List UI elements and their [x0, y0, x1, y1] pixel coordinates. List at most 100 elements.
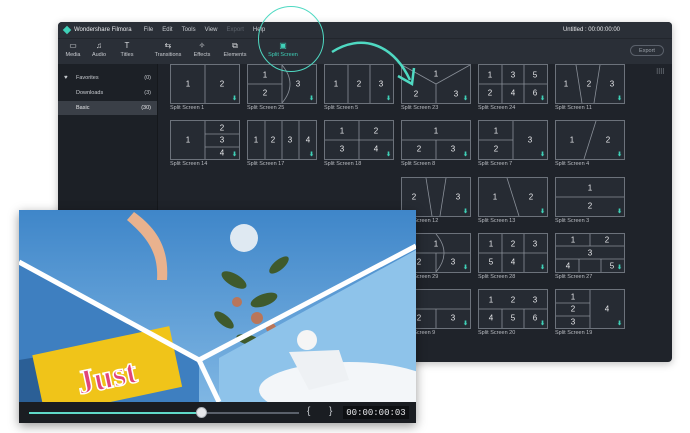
layout-divider [506, 178, 520, 216]
tab-elements[interactable]: ⧉ Elements [220, 41, 250, 63]
project-title: Untitled : 00:00:00:00 [562, 27, 620, 33]
timeline-track[interactable] [29, 412, 299, 414]
panel-number: 3 [295, 79, 301, 89]
download-icon[interactable]: ⬇ [540, 208, 545, 215]
split-screen-tile[interactable]: 1 2 3 4 5 6 ⬇ Split Screen 20 [478, 289, 548, 337]
download-icon[interactable]: ⬇ [617, 208, 622, 215]
layout-divider [435, 65, 470, 85]
tile-caption: Split Screen 5 [324, 105, 359, 111]
layout-lines [204, 65, 206, 103]
layout-divider [593, 65, 601, 103]
pointer-arrow [331, 41, 416, 87]
split-screen-tile[interactable]: 1 2 ⬇ Split Screen 13 [478, 177, 548, 225]
sidebar-item-favorites[interactable]: ♥ Favorites (0) [58, 71, 157, 85]
panel-number: 3 [532, 295, 538, 305]
tile-caption: Split Screen 13 [478, 218, 516, 224]
menu-export[interactable]: Export [227, 27, 244, 33]
tile-caption: Split Screen 11 [555, 105, 592, 111]
split-screen-tile[interactable]: 1 2 3 4 5 ⬇ Split Screen 27 [555, 233, 625, 281]
split-screen-thumbnail: 1 2 ⬇ [478, 177, 548, 217]
tab-label: Effects [193, 52, 211, 58]
panel-number: 1 [570, 235, 576, 245]
panel-number: 3 [609, 79, 615, 89]
download-icon[interactable]: ⬇ [463, 95, 468, 102]
download-icon[interactable]: ⬇ [617, 264, 622, 271]
split-screen-tile[interactable]: 1 2 3 ⬇ Split Screen 25 [247, 64, 317, 112]
download-icon[interactable]: ⬇ [617, 95, 622, 102]
sidebar-item-downloads[interactable]: Downloads (3) [58, 86, 157, 100]
download-icon[interactable]: ⬇ [463, 320, 468, 327]
tab-media[interactable]: ▭ Media [62, 41, 84, 63]
split-screen-tile[interactable]: 1 2 3 4 ⬇ Split Screen 18 [324, 120, 394, 168]
download-icon[interactable]: ⬇ [540, 320, 545, 327]
panel-number: 1 [433, 69, 439, 79]
tile-caption: Split Screen 25 [247, 105, 285, 111]
download-icon[interactable]: ⬇ [540, 264, 545, 271]
download-icon[interactable]: ⬇ [463, 264, 468, 271]
download-icon[interactable]: ⬇ [232, 95, 237, 102]
split-screen-tile[interactable]: 1 2 3 ⬇ Split Screen 11 [555, 64, 625, 112]
panel-number: 2 [528, 192, 534, 202]
download-icon[interactable]: ⬇ [540, 151, 545, 158]
download-icon[interactable]: ⬇ [386, 151, 391, 158]
mark-in-icon[interactable]: { [307, 406, 310, 417]
panel-number: 1 [492, 192, 498, 202]
tab-transitions[interactable]: ⇆ Transitions [152, 41, 184, 63]
panel-number: 2 [416, 257, 422, 267]
timeline-progress [29, 412, 202, 414]
panel-number: 1 [570, 292, 576, 302]
split-screen-tile[interactable]: 1 2 ⬇ Split Screen 4 [555, 120, 625, 168]
panel-number: 2 [270, 135, 276, 145]
split-screen-tile[interactable]: 1 2 3 4 ⬇ Split Screen 17 [247, 120, 317, 168]
app-brand: Wondershare Filmora [74, 27, 132, 33]
timeline-scrubber-knob[interactable] [196, 407, 208, 418]
download-icon[interactable]: ⬇ [386, 95, 391, 102]
split-screen-tile[interactable]: 1 2 ⬇ Split Screen 3 [555, 177, 625, 225]
tab-audio[interactable]: ♫ Audio [88, 41, 110, 63]
panel-number: 2 [586, 79, 592, 89]
export-button[interactable]: Export [630, 45, 664, 56]
sidebar-item-label: Downloads [76, 90, 104, 96]
layout-divider [425, 178, 433, 216]
panel-number: 1 [433, 239, 439, 249]
panel-number: 2 [510, 239, 516, 249]
tile-caption: Split Screen 1 [170, 105, 205, 111]
panel-number: 2 [510, 295, 516, 305]
tab-effects[interactable]: ✧ Effects [190, 41, 214, 63]
mark-out-icon[interactable]: } [329, 406, 332, 417]
sidebar-item-basic[interactable]: Basic (30) [58, 101, 157, 115]
download-icon[interactable]: ⬇ [540, 95, 545, 102]
menu-view[interactable]: View [205, 27, 218, 33]
panel-number: 1 [253, 135, 259, 145]
menu-file[interactable]: File [144, 27, 154, 33]
download-icon[interactable]: ⬇ [232, 151, 237, 158]
layout-lines [556, 290, 591, 328]
music-note-icon: ♫ [96, 41, 102, 50]
panel-number: 4 [510, 257, 516, 267]
split-screen-tile[interactable]: 1 2 3 4 ⬇ Split Screen 14 [170, 120, 240, 168]
split-screen-tile[interactable]: 1 2 3 4 ⬇ Split Screen 19 [555, 289, 625, 337]
split-screen-tile[interactable]: 1 2 ⬇ Split Screen 1 [170, 64, 240, 112]
split-screen-tile[interactable]: 1 3 5 2 4 6 ⬇ Split Screen 24 [478, 64, 548, 112]
tab-titles[interactable]: T Titles [116, 41, 138, 63]
split-screen-tile[interactable]: 1 2 3 4 5 ⬇ Split Screen 28 [478, 233, 548, 281]
menu-edit[interactable]: Edit [162, 27, 172, 33]
split-screen-thumbnail: 1 2 3 4 5 ⬇ [555, 233, 625, 273]
split-screen-tile[interactable]: 1 2 3 ⬇ Split Screen 8 [401, 120, 471, 168]
download-icon[interactable]: ⬇ [617, 151, 622, 158]
panel-number: 2 [411, 192, 417, 202]
split-screen-tile[interactable]: 1 2 3 ⬇ Split Screen 7 [478, 120, 548, 168]
download-icon[interactable]: ⬇ [309, 151, 314, 158]
panel-number: 3 [527, 135, 533, 145]
tab-label: Elements [223, 52, 247, 58]
download-icon[interactable]: ⬇ [617, 320, 622, 327]
download-icon[interactable]: ⬇ [463, 151, 468, 158]
menu-tools[interactable]: Tools [182, 27, 196, 33]
panel-number: 2 [416, 313, 422, 323]
download-icon[interactable]: ⬇ [309, 95, 314, 102]
split-screen-thumbnail: 1 3 5 2 4 6 ⬇ [478, 64, 548, 104]
panel-number: 1 [587, 183, 593, 193]
panel-number: 4 [305, 135, 311, 145]
download-icon[interactable]: ⬇ [463, 208, 468, 215]
panel-number: 1 [569, 135, 575, 145]
